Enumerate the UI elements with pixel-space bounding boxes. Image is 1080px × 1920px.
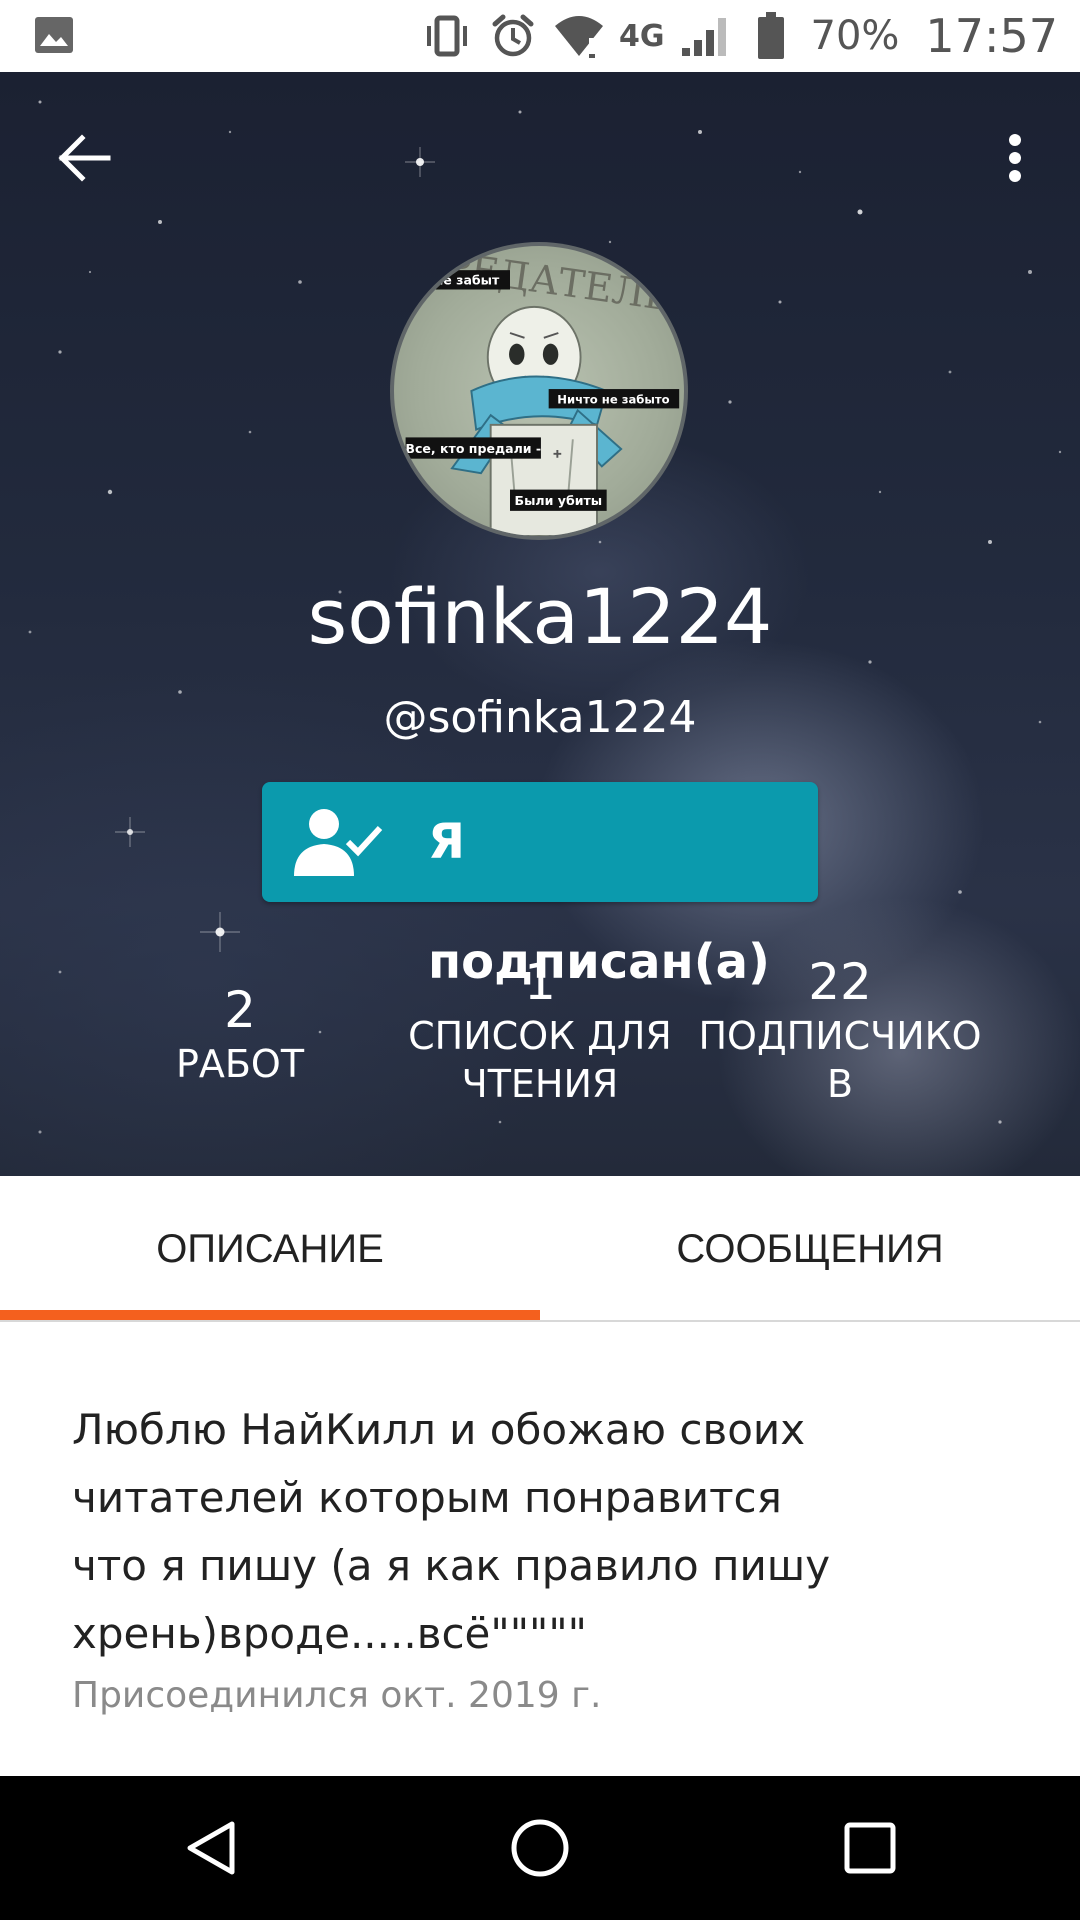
about-line: что я пишу (а я как правило пишу [72,1541,831,1590]
nav-recents-button[interactable] [834,1812,906,1884]
system-nav-bar [0,1776,1080,1920]
vibrate-icon [421,10,473,62]
signal-icon [679,10,731,62]
nav-back-icon [187,1821,235,1875]
about-line: Люблю НайКилл и обожаю своих [72,1405,806,1454]
avatar[interactable]: ПРЕДАТЕЛЬ то не забыт Ничто не забыто Вс… [390,242,688,540]
about-section: Люблю НайКилл и обожаю своих читателей к… [72,1396,972,1718]
back-button[interactable] [48,122,120,194]
about-description: Люблю НайКилл и обожаю своих читателей к… [72,1396,972,1668]
stat-followers[interactable]: 22 ПОДПИСЧИКО В [690,952,990,1108]
stat-followers-label-line1: ПОДПИСЧИКО [698,1014,982,1058]
profile-tabs: ОПИСАНИЕ СООБЩЕНИЯ [0,1176,1080,1322]
person-check-icon [294,809,383,876]
alarm-icon [487,10,539,62]
avatar-caption-2: Ничто не забыто [557,393,669,407]
stat-works-label: РАБОТ [175,1042,305,1086]
following-button-label: Я подписан(а) [428,814,770,990]
stat-reading-label-line1: СПИСОК ДЛЯ [408,1014,672,1058]
avatar-caption-3: Все, кто предали - [405,441,541,456]
following-button[interactable]: Я подписан(а) [262,782,818,990]
battery-icon [745,10,797,62]
stat-reading-value: 1 [524,953,556,1011]
profile-stats: 2 РАБОТ 1 СПИСОК ДЛЯ ЧТЕНИЯ 22 ПОДПИСЧИК… [0,952,1080,1152]
active-tab-indicator [0,1310,540,1320]
stat-reading-label-line2: ЧТЕНИЯ [461,1062,619,1106]
status-bar: 4G 70% 17:57 [0,0,1080,72]
stat-reading-lists[interactable]: 1 СПИСОК ДЛЯ ЧТЕНИЯ [400,952,680,1108]
about-line: читателей которым понравится [72,1473,782,1522]
stat-followers-value: 22 [808,953,872,1011]
more-vert-icon [1009,134,1021,182]
tab-messages[interactable]: СООБЩЕНИЯ [540,1176,1080,1320]
gallery-icon [34,16,74,54]
clock: 17:57 [925,9,1058,63]
more-options-button[interactable] [990,122,1040,194]
username-handle: @sofinka1224 [383,692,697,743]
about-line: хрень)вроде.....всё""""" [72,1609,587,1658]
stat-followers-label-line2: В [826,1062,854,1106]
display-name: sofinka1224 [307,572,773,661]
nav-recents-icon [844,1822,896,1874]
nav-home-icon [511,1819,569,1877]
profile-header: ПРЕДАТЕЛЬ то не забыт Ничто не забыто Вс… [0,72,1080,1176]
joined-date: Присоединился окт. 2019 г. [72,1675,602,1716]
avatar-caption-4: Были убиты [515,493,603,508]
network-type: 4G [619,18,665,54]
nav-back-button[interactable] [174,1812,246,1884]
arrow-left-icon [58,134,111,182]
tab-about[interactable]: ОПИСАНИЕ [0,1176,540,1320]
wifi-icon [553,10,605,62]
stat-works-value: 2 [224,981,256,1039]
stat-works[interactable]: 2 РАБОТ [150,980,330,1088]
nav-home-button[interactable] [504,1812,576,1884]
battery-percent: 70% [810,13,900,59]
